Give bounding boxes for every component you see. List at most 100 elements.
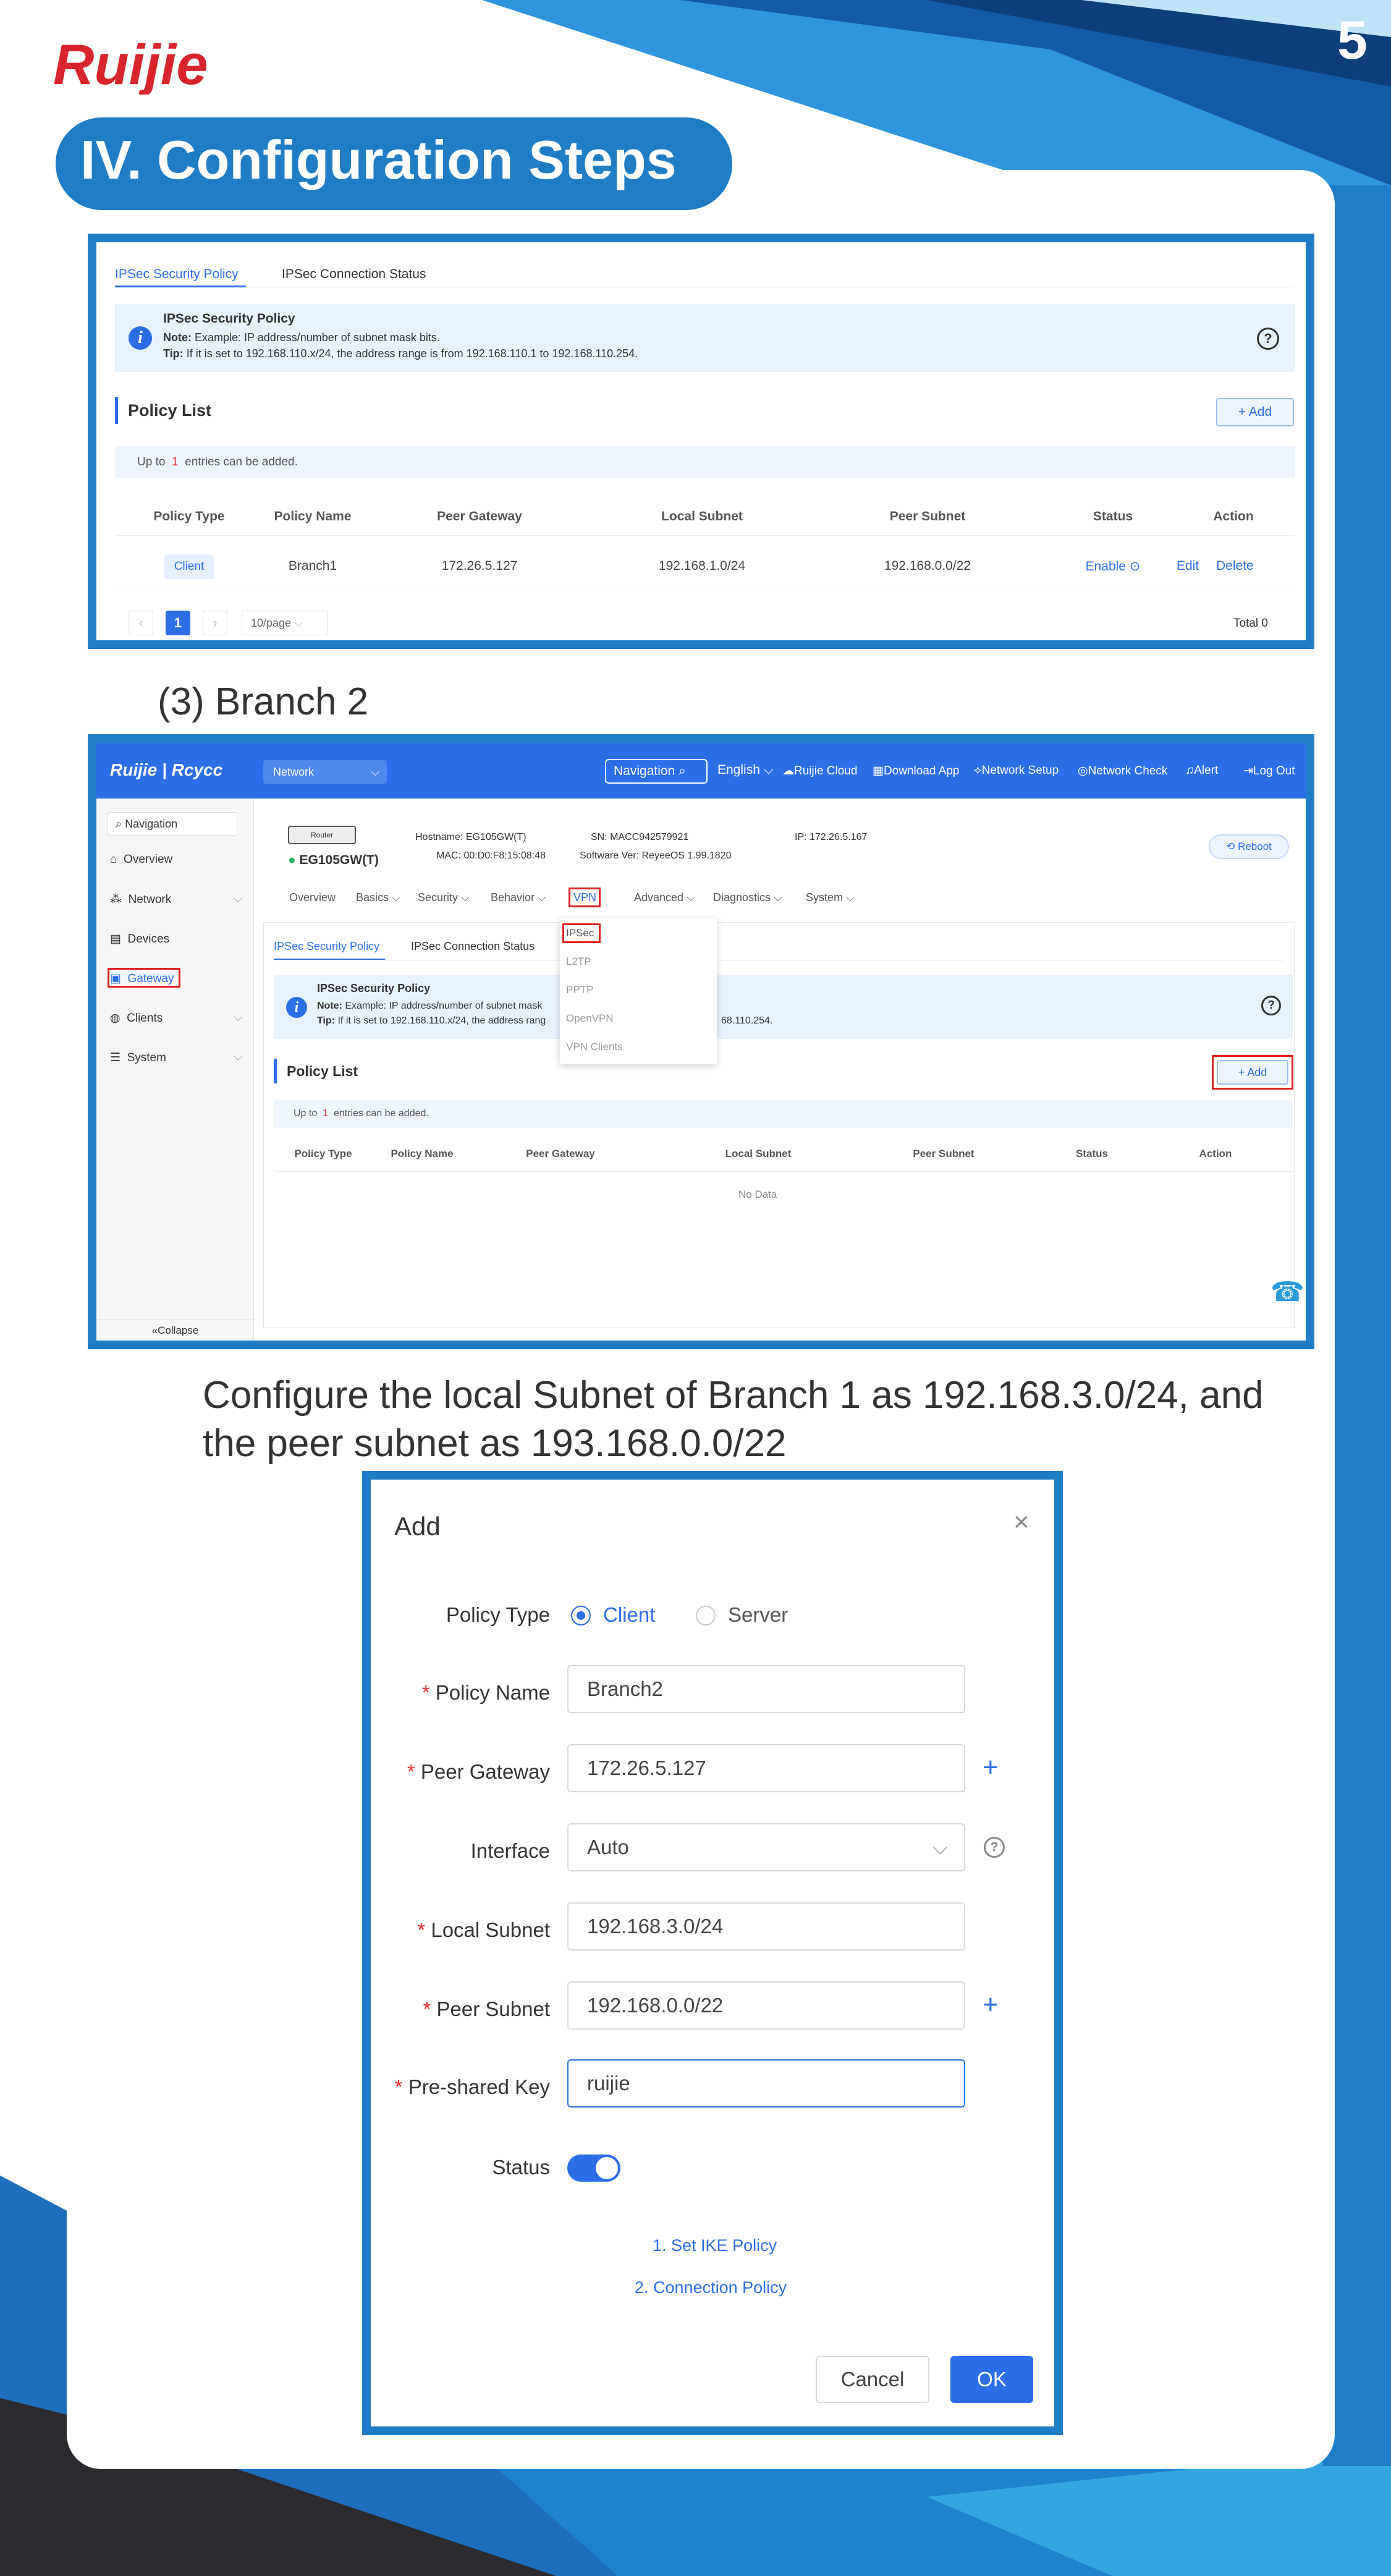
screenshot-branch2-gateway: Ruijie | Rcycc Network ⌵ Navigation ⌕ Eng… <box>88 734 1314 1349</box>
dropdown-item-l2tp[interactable]: L2TP <box>566 955 591 968</box>
policy-list-title: Policy List <box>274 1059 358 1083</box>
alert-link[interactable]: ♫Alert <box>1185 764 1218 777</box>
sidebar-search[interactable]: ⌕ Navigation <box>108 812 237 836</box>
sidebar-item-system[interactable]: ☰ System ⌵ <box>110 1051 242 1065</box>
ruijie-logo: Ruijie <box>53 36 208 95</box>
active-tab-indicator <box>115 286 246 287</box>
status-toggle[interactable] <box>567 2154 620 2182</box>
col-action: Action <box>1199 1148 1232 1159</box>
info-banner: i IPSec Security Policy Note: Example: I… <box>274 975 1293 1039</box>
menu-advanced[interactable]: Advanced ⌵ <box>634 891 695 904</box>
col-policy-name: Policy Name <box>391 1148 454 1159</box>
set-ike-policy-link[interactable]: 1. Set IKE Policy <box>653 2236 777 2255</box>
interface-label: Interface <box>470 1839 550 1862</box>
pre-shared-key-input[interactable]: ruijie <box>567 2059 965 2108</box>
branch2-caption: (3) Branch 2 <box>158 680 369 723</box>
ok-button[interactable]: OK <box>950 2356 1033 2403</box>
menu-overview[interactable]: Overview <box>289 891 336 904</box>
cancel-button[interactable]: Cancel <box>816 2356 929 2403</box>
menu-security[interactable]: Security ⌵ <box>418 891 470 904</box>
sidebar-item-network[interactable]: ⁂ Network ⌵ <box>110 892 242 907</box>
support-chat-icon[interactable]: ☎ <box>1271 1276 1304 1311</box>
logout-link[interactable]: ⇥Log Out <box>1243 764 1295 778</box>
navigation-search-button[interactable]: Navigation ⌕ <box>605 759 708 784</box>
col-peer-subnet: Peer Subnet <box>889 509 966 523</box>
add-peer-subnet-icon[interactable]: + <box>983 1991 999 2019</box>
device-hostname: Hostname: EG105GW(T) <box>415 832 526 842</box>
entry-limit-bar: Up to 1 entries can be added. <box>115 446 1295 478</box>
ipsec-highlight <box>562 923 601 943</box>
col-policy-type: Policy Type <box>153 509 225 523</box>
pre-shared-key-label: * Pre-shared Key <box>394 2075 550 2098</box>
dropdown-item-openvpn[interactable]: OpenVPN <box>566 1012 614 1025</box>
dialog-title: Add <box>394 1512 441 1541</box>
add-button[interactable]: + Add <box>1216 398 1294 426</box>
policy-type-label: Policy Type <box>446 1603 550 1626</box>
svg-text:Ruijie: Ruijie <box>53 36 208 95</box>
tab-ipsec-connection-status[interactable]: IPSec Connection Status <box>411 940 535 953</box>
status-label: Status <box>492 2156 550 2179</box>
device-mac: MAC: 00:D0:F8:15:08:48 <box>436 850 546 861</box>
policy-name-label: * Policy Name <box>421 1681 550 1704</box>
col-peer-subnet: Peer Subnet <box>913 1148 975 1159</box>
info-banner: i IPSec Security Policy Note: Example: I… <box>115 304 1295 372</box>
col-policy-type: Policy Type <box>294 1148 352 1159</box>
menu-basics[interactable]: Basics ⌵ <box>356 891 400 904</box>
info-icon: i <box>286 997 307 1018</box>
network-check-link[interactable]: ◎Network Check <box>1078 764 1167 778</box>
server-radio-label: Server <box>728 1603 789 1626</box>
info-tip: Tip: If it is set to 192.168.110.x/24, t… <box>317 1015 546 1026</box>
close-icon[interactable]: × <box>1013 1507 1030 1538</box>
interface-help-icon[interactable]: ? <box>984 1837 1005 1858</box>
client-radio[interactable] <box>571 1606 591 1625</box>
col-status: Status <box>1093 509 1133 523</box>
download-app-link[interactable]: ▦Download App <box>873 764 960 778</box>
empty-table-message: No Data <box>738 1188 777 1200</box>
instruction-line-1: Configure the local Subnet of Branch 1 a… <box>203 1374 1264 1417</box>
tab-ipsec-security-policy[interactable]: IPSec Security Policy <box>274 940 379 953</box>
add-peer-gateway-icon[interactable]: + <box>983 1754 999 1781</box>
tab-ipsec-security-policy[interactable]: IPSec Security Policy <box>115 267 239 282</box>
network-setup-link[interactable]: ⟡Network Setup <box>974 764 1059 777</box>
ruijie-cloud-link[interactable]: ☁Ruijie Cloud <box>782 764 857 778</box>
language-select[interactable]: English ⌵ <box>717 763 774 777</box>
menu-behavior[interactable]: Behavior ⌵ <box>491 891 546 904</box>
delete-link[interactable]: Delete <box>1216 559 1254 574</box>
device-name: ● EG105GW(T) <box>288 853 379 867</box>
menu-diagnostics[interactable]: Diagnostics ⌵ <box>713 891 782 904</box>
next-page-button[interactable]: › <box>203 611 227 635</box>
local-subnet-input[interactable]: 192.168.3.0/24 <box>567 1902 965 1951</box>
sidebar-item-overview[interactable]: ⌂ Overview <box>110 853 172 866</box>
dropdown-item-vpn-clients[interactable]: VPN Clients <box>566 1041 623 1053</box>
info-note: Note: Example: IP address/number of subn… <box>163 331 440 344</box>
server-radio[interactable] <box>696 1606 716 1625</box>
peer-subnet-input[interactable]: 192.168.0.0/22 <box>567 1981 965 2030</box>
reboot-button[interactable]: ⟲ Reboot <box>1209 834 1289 859</box>
help-icon[interactable]: ? <box>1261 996 1281 1015</box>
device-ip: IP: 172.26.5.167 <box>795 832 868 842</box>
interface-select[interactable]: Auto ⌵ <box>567 1823 965 1871</box>
edit-link[interactable]: Edit <box>1177 559 1199 574</box>
device-software: Software Ver: ReyeeOS 1.99.1820 <box>580 850 732 861</box>
col-action: Action <box>1213 509 1254 523</box>
page-1-button[interactable]: 1 <box>166 611 190 635</box>
col-peer-gateway: Peer Gateway <box>437 509 522 523</box>
connection-policy-link[interactable]: 2. Connection Policy <box>635 2278 787 2297</box>
screenshot-add-dialog: Add × Policy Type Client Server * Policy… <box>362 1471 1063 2435</box>
instruction-line-2: the peer subnet as 193.168.0.0/22 <box>203 1422 787 1465</box>
dropdown-item-pptp[interactable]: PPTP <box>566 984 593 996</box>
menu-system[interactable]: System ⌵ <box>806 891 855 904</box>
sidebar-item-devices[interactable]: ▤ Devices <box>110 932 169 946</box>
peer-gateway-input[interactable]: 172.26.5.127 <box>567 1744 965 1792</box>
gateway-highlight <box>108 968 180 988</box>
prev-page-button[interactable]: ‹ <box>129 611 153 635</box>
col-peer-gateway: Peer Gateway <box>526 1148 595 1159</box>
tab-ipsec-connection-status[interactable]: IPSec Connection Status <box>282 267 426 282</box>
sidebar-item-clients[interactable]: ◍ Clients ⌵ <box>110 1011 242 1025</box>
policy-name-input[interactable]: Branch2 <box>567 1665 965 1713</box>
help-icon[interactable]: ? <box>1257 328 1279 350</box>
network-select[interactable]: Network ⌵ <box>263 760 387 784</box>
collapse-button[interactable]: «Collapse <box>96 1320 254 1341</box>
section-title: IV. Configuration Steps <box>80 129 677 190</box>
page-size-select[interactable]: 10/page ⌵ <box>242 611 328 635</box>
